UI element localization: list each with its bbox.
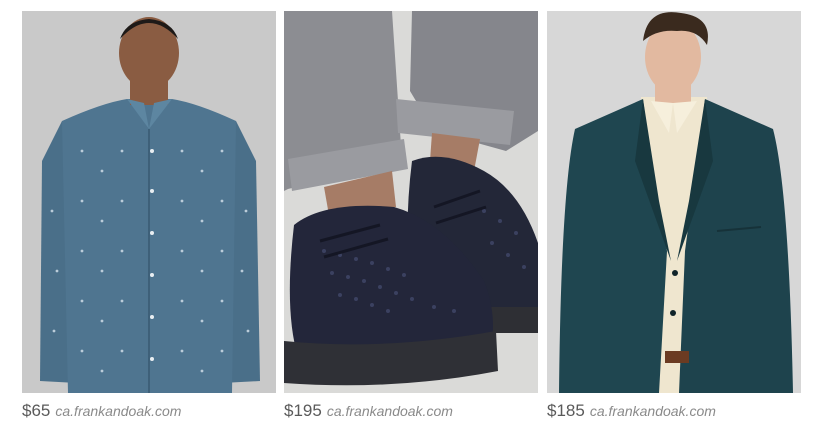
product-image[interactable]: [22, 11, 276, 393]
product-image[interactable]: [547, 11, 801, 393]
product-source-link[interactable]: ca.frankandoak.com: [590, 403, 716, 419]
product-image[interactable]: [284, 11, 538, 393]
product-caption: $195 ca.frankandoak.com: [284, 399, 538, 423]
product-price[interactable]: $195: [284, 401, 322, 420]
shirt-photo: [22, 11, 276, 393]
product-caption: $185 ca.frankandoak.com: [547, 399, 801, 423]
blazer-photo: [547, 11, 801, 393]
product-price[interactable]: $185: [547, 401, 585, 420]
sneakers-photo: [284, 11, 538, 393]
product-card[interactable]: $195 ca.frankandoak.com: [284, 11, 538, 423]
product-card[interactable]: $185 ca.frankandoak.com: [547, 11, 801, 423]
product-price[interactable]: $65: [22, 401, 50, 420]
product-card[interactable]: $65 ca.frankandoak.com: [22, 11, 276, 423]
product-grid: $65 ca.frankandoak.com $195 ca.frankando…: [0, 0, 830, 425]
product-source-link[interactable]: ca.frankandoak.com: [55, 403, 181, 419]
product-source-link[interactable]: ca.frankandoak.com: [327, 403, 453, 419]
product-caption: $65 ca.frankandoak.com: [22, 399, 276, 423]
